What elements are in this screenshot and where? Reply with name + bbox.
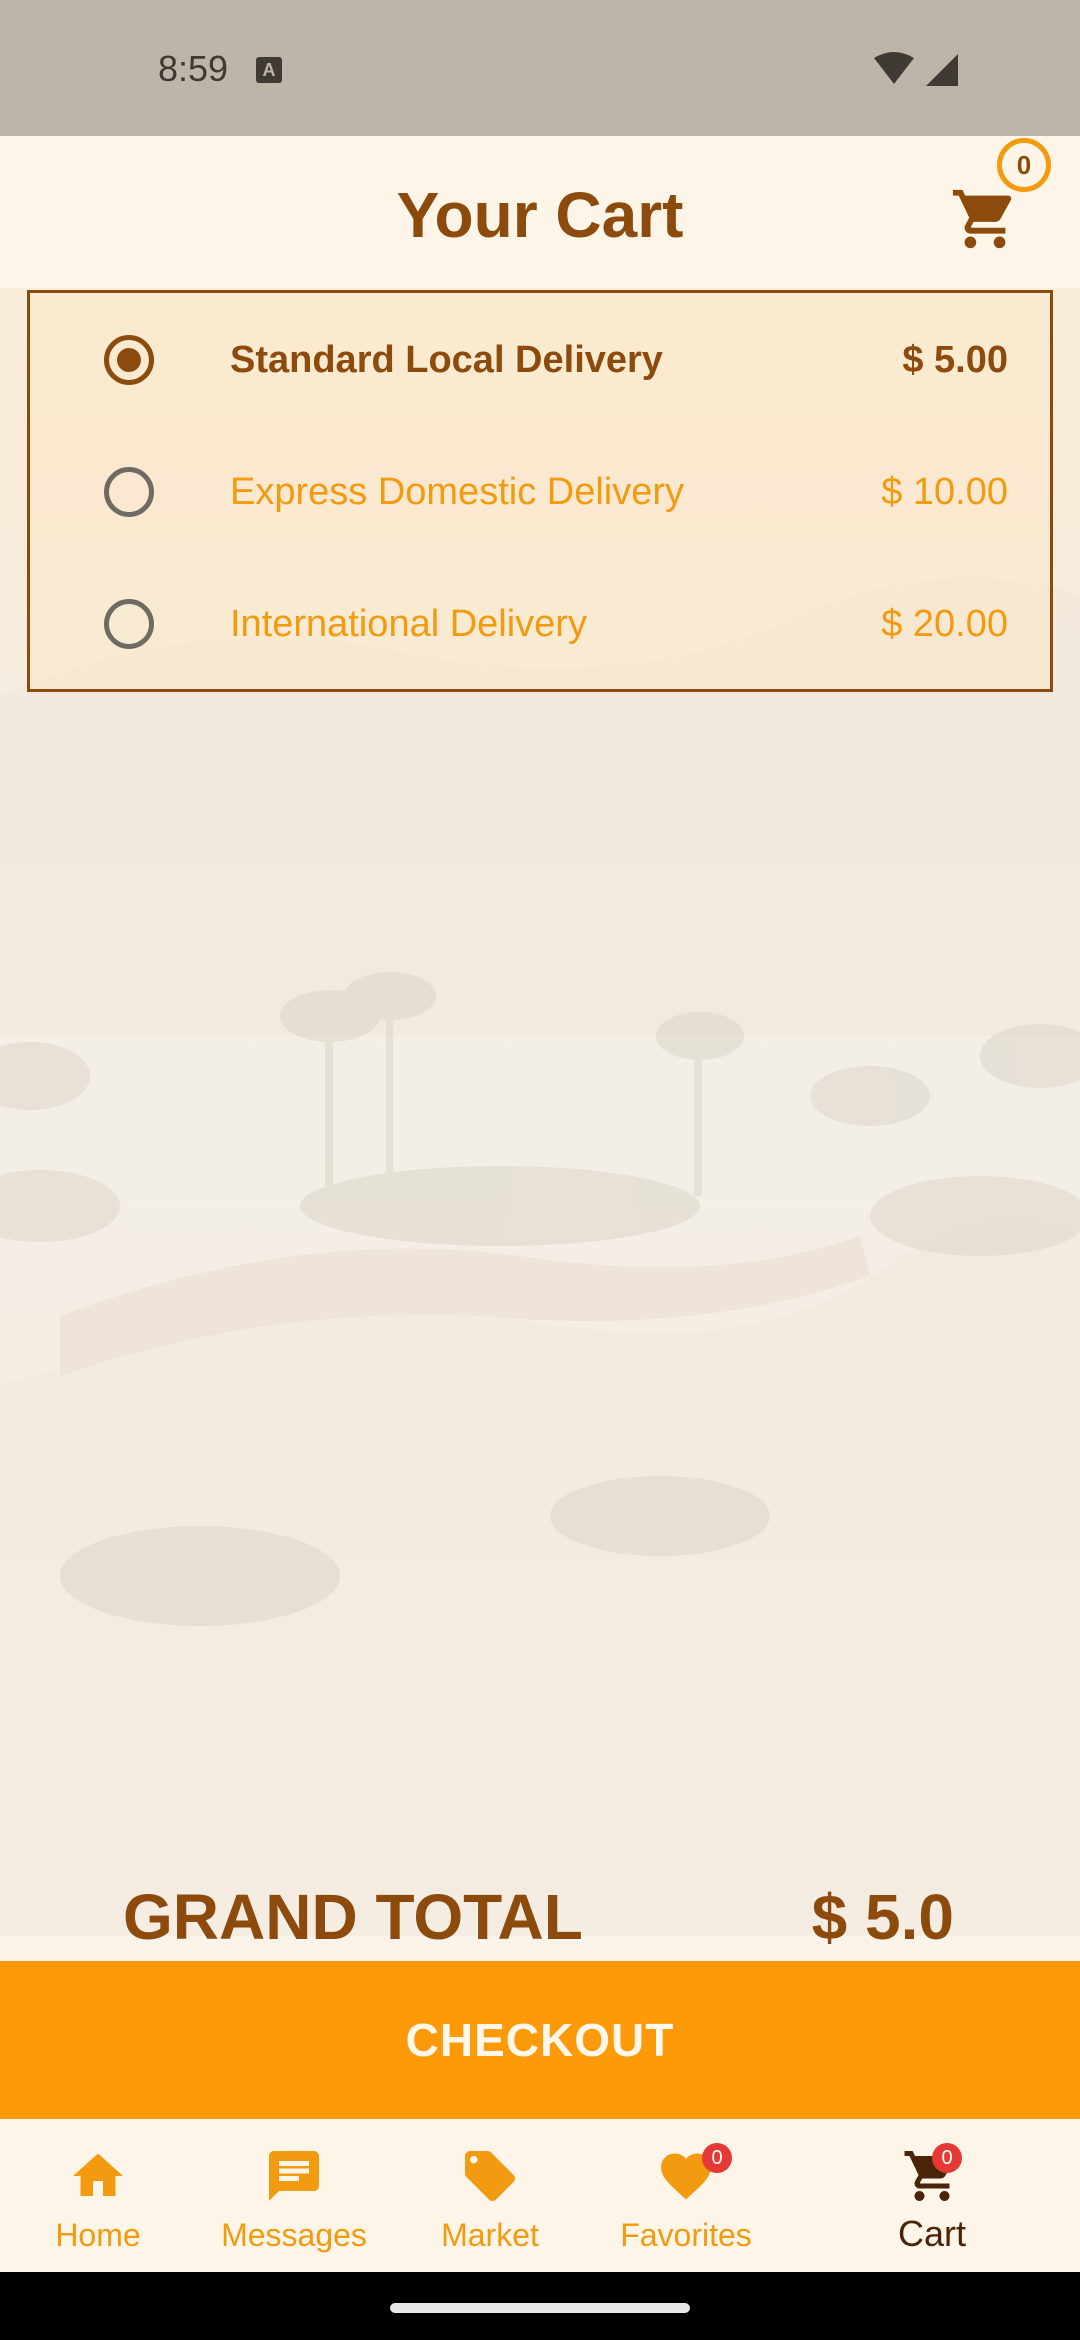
a-letter-icon: A <box>256 57 282 83</box>
cellular-signal-icon <box>926 54 958 86</box>
delivery-option-price: $ 10.00 <box>881 471 1008 513</box>
delivery-option-label: Express Domestic Delivery <box>230 471 684 513</box>
page-title: Your Cart <box>396 179 684 251</box>
delivery-option-standard[interactable]: Standard Local Delivery $ 5.00 <box>30 293 1050 425</box>
cart-nav-count-badge: 0 <box>932 2143 962 2173</box>
grand-total-label: GRAND TOTAL <box>123 1881 583 1953</box>
delivery-option-label: International Delivery <box>230 603 587 645</box>
radio-button[interactable] <box>104 599 154 649</box>
nav-item-market[interactable]: Market <box>420 2119 560 2272</box>
nav-item-home[interactable]: Home <box>30 2119 166 2272</box>
nav-label-favorites: Favorites <box>620 2217 752 2253</box>
radio-button-selected[interactable] <box>104 335 154 385</box>
cart-icon[interactable] <box>950 184 1020 254</box>
nav-label-messages: Messages <box>221 2217 367 2253</box>
signal-icons <box>874 52 958 86</box>
nav-item-favorites[interactable]: 0 Favorites <box>610 2119 762 2272</box>
delivery-option-price: $ 5.00 <box>902 339 1008 381</box>
grand-total-value: $ 5.0 <box>811 1881 954 1953</box>
radio-button[interactable] <box>104 467 154 517</box>
cart-count-badge: 0 <box>997 138 1051 192</box>
favorites-count-badge: 0 <box>702 2143 732 2173</box>
status-bar: 8:59 A <box>0 0 1080 136</box>
delivery-option-international[interactable]: International Delivery $ 20.00 <box>30 557 1050 689</box>
checkout-button[interactable]: CHECKOUT <box>0 1961 1080 2119</box>
home-gesture-handle[interactable] <box>390 2303 690 2313</box>
status-time: 8:59 <box>158 48 229 89</box>
tag-icon <box>465 2151 515 2201</box>
nav-item-messages[interactable]: Messages <box>210 2119 378 2272</box>
delivery-option-price: $ 20.00 <box>881 603 1008 645</box>
gesture-navigation-area <box>0 2272 1080 2340</box>
nav-item-cart[interactable]: 0 Cart <box>880 2119 984 2272</box>
bottom-navigation: Home Messages Market 0 Favorites 0 Cart <box>0 2119 1080 2272</box>
app-header: Your Cart <box>0 136 1080 288</box>
nav-label-market: Market <box>441 2217 539 2253</box>
message-icon <box>269 2151 319 2201</box>
delivery-option-label: Standard Local Delivery <box>230 339 663 381</box>
home-icon <box>73 2153 123 2196</box>
nav-label-cart: Cart <box>897 2213 966 2254</box>
nav-label-home: Home <box>55 2217 141 2253</box>
delivery-option-express[interactable]: Express Domestic Delivery $ 10.00 <box>30 425 1050 557</box>
delivery-options-group: Standard Local Delivery $ 5.00 Express D… <box>27 290 1053 692</box>
wifi-icon <box>874 52 914 84</box>
